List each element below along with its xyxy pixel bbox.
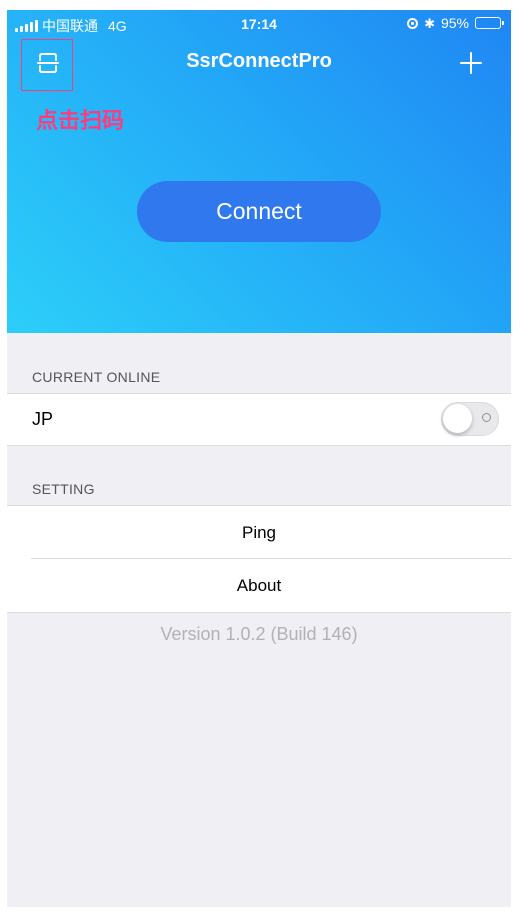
battery-percent: 95% <box>440 15 469 31</box>
bluetooth-icon: ✱ <box>424 15 435 31</box>
setting-item-ping[interactable]: Ping <box>7 505 511 559</box>
server-name: JP <box>32 409 54 429</box>
version-label: Version 1.0.2 (Build 146) <box>160 624 358 644</box>
app-screen: 中国联通 4G 17:14 ✱ 95% SsrConnectPro 点击扫码 C… <box>7 10 511 907</box>
setting-header: SETTING <box>32 481 95 497</box>
scan-hint-text: 点击扫码 <box>36 109 125 134</box>
current-online-header: CURRENT ONLINE <box>32 369 161 385</box>
rotation-lock-icon <box>407 17 419 29</box>
battery-icon <box>475 17 504 29</box>
toggle-off-indicator <box>482 413 491 422</box>
setting-item-about[interactable]: About <box>7 559 511 613</box>
toggle-knob <box>443 404 472 433</box>
server-row-jp[interactable]: JP <box>7 393 511 446</box>
page-title: SsrConnectPro <box>186 50 332 72</box>
connect-button[interactable]: Connect <box>137 181 381 242</box>
plus-icon[interactable] <box>459 51 483 75</box>
server-toggle[interactable] <box>441 402 499 436</box>
status-bar: 中国联通 4G 17:14 ✱ 95% <box>7 10 511 38</box>
status-right: ✱ 95% <box>407 15 504 31</box>
